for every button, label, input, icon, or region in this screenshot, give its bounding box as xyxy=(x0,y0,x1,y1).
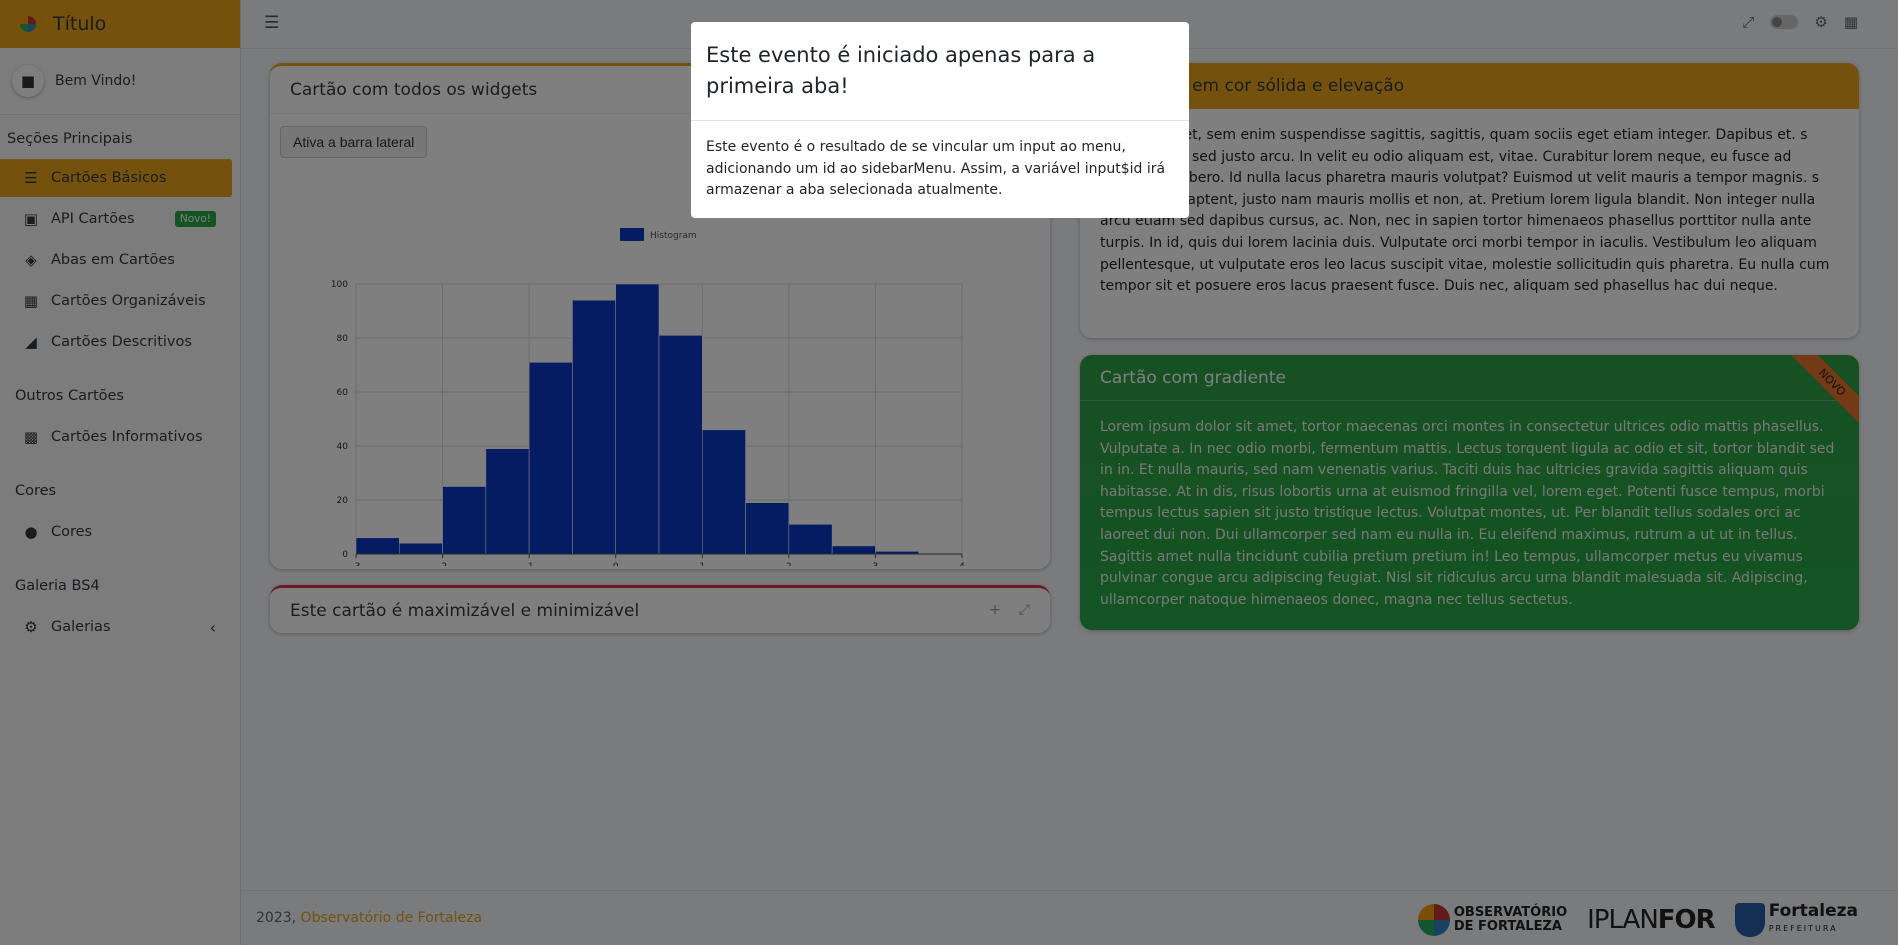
modal-body: Este evento é o resultado de se vincular… xyxy=(706,139,1166,198)
modal-title: Este evento é iniciado apenas para a pri… xyxy=(691,22,1189,121)
modal-dialog: Este evento é iniciado apenas para a pri… xyxy=(691,22,1189,218)
